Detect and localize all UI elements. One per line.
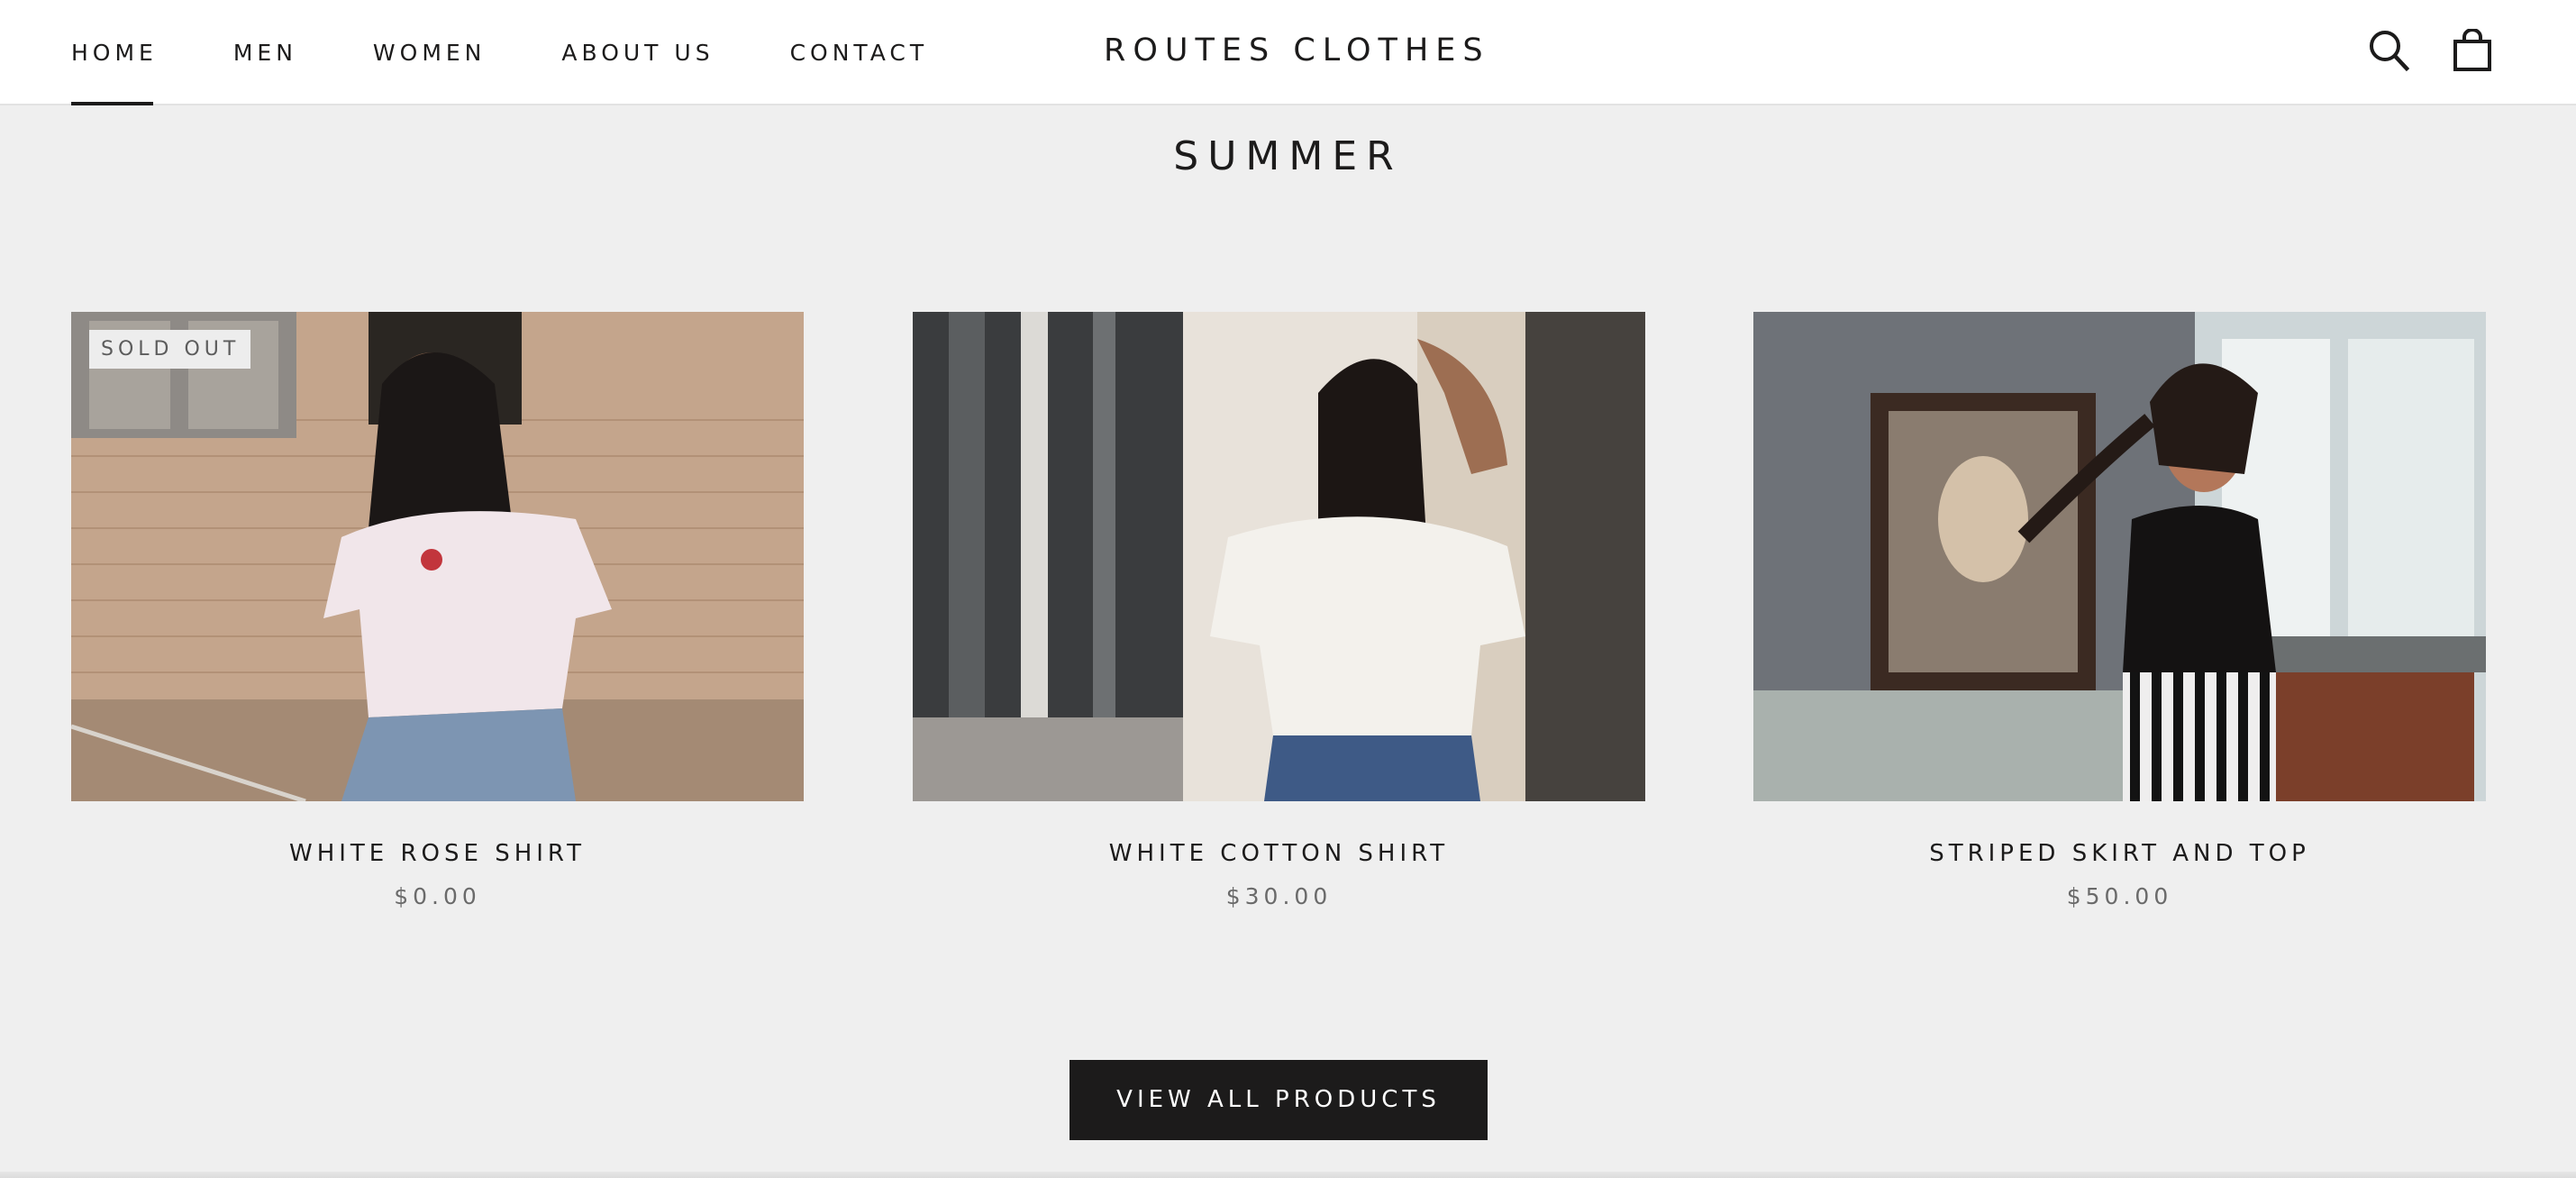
search-icon[interactable] bbox=[2368, 29, 2409, 72]
product-card: STRIPED SKIRT AND TOP $50.00 bbox=[1753, 312, 2486, 909]
product-title[interactable]: WHITE ROSE SHIRT bbox=[71, 840, 804, 867]
nav-item-men[interactable]: MEN bbox=[233, 0, 297, 105]
product-photo bbox=[71, 312, 804, 801]
main-nav: HOME MEN WOMEN ABOUT US CONTACT bbox=[71, 0, 1004, 105]
product-photo bbox=[913, 312, 1645, 801]
site-logo[interactable]: ROUTES CLOTHES bbox=[1104, 0, 1490, 101]
nav-item-women[interactable]: WOMEN bbox=[373, 0, 486, 105]
product-image-striped-skirt-and-top[interactable] bbox=[1753, 312, 2486, 801]
nav-item-about-us[interactable]: ABOUT US bbox=[561, 0, 714, 105]
nav-item-contact[interactable]: CONTACT bbox=[790, 0, 929, 105]
product-price: $30.00 bbox=[1225, 883, 1333, 909]
product-image-white-cotton-shirt[interactable] bbox=[913, 312, 1645, 801]
product-title[interactable]: STRIPED SKIRT AND TOP bbox=[1753, 840, 2486, 867]
product-price: $50.00 bbox=[2066, 883, 2173, 909]
product-grid: SOLD OUT WHITE ROSE SHIRT $0.00 WHITE CO… bbox=[71, 312, 2486, 925]
nav-item-home[interactable]: HOME bbox=[71, 0, 158, 105]
product-card: SOLD OUT WHITE ROSE SHIRT $0.00 bbox=[71, 312, 804, 909]
product-card: WHITE COTTON SHIRT $30.00 bbox=[913, 312, 1645, 909]
product-title[interactable]: WHITE COTTON SHIRT bbox=[913, 840, 1645, 867]
section-divider bbox=[0, 1172, 2576, 1178]
sold-out-badge: SOLD OUT bbox=[89, 330, 251, 369]
collection-title: SUMMER bbox=[1173, 133, 1403, 179]
header-actions bbox=[2368, 29, 2493, 72]
product-image-white-rose-shirt[interactable]: SOLD OUT bbox=[71, 312, 804, 801]
product-photo bbox=[1753, 312, 2486, 801]
view-all-products-button[interactable]: VIEW ALL PRODUCTS bbox=[1070, 1060, 1488, 1140]
product-price: $0.00 bbox=[394, 883, 481, 909]
shopping-bag-icon[interactable] bbox=[2452, 29, 2493, 72]
site-header: HOME MEN WOMEN ABOUT US CONTACT ROUTES C… bbox=[0, 0, 2576, 105]
